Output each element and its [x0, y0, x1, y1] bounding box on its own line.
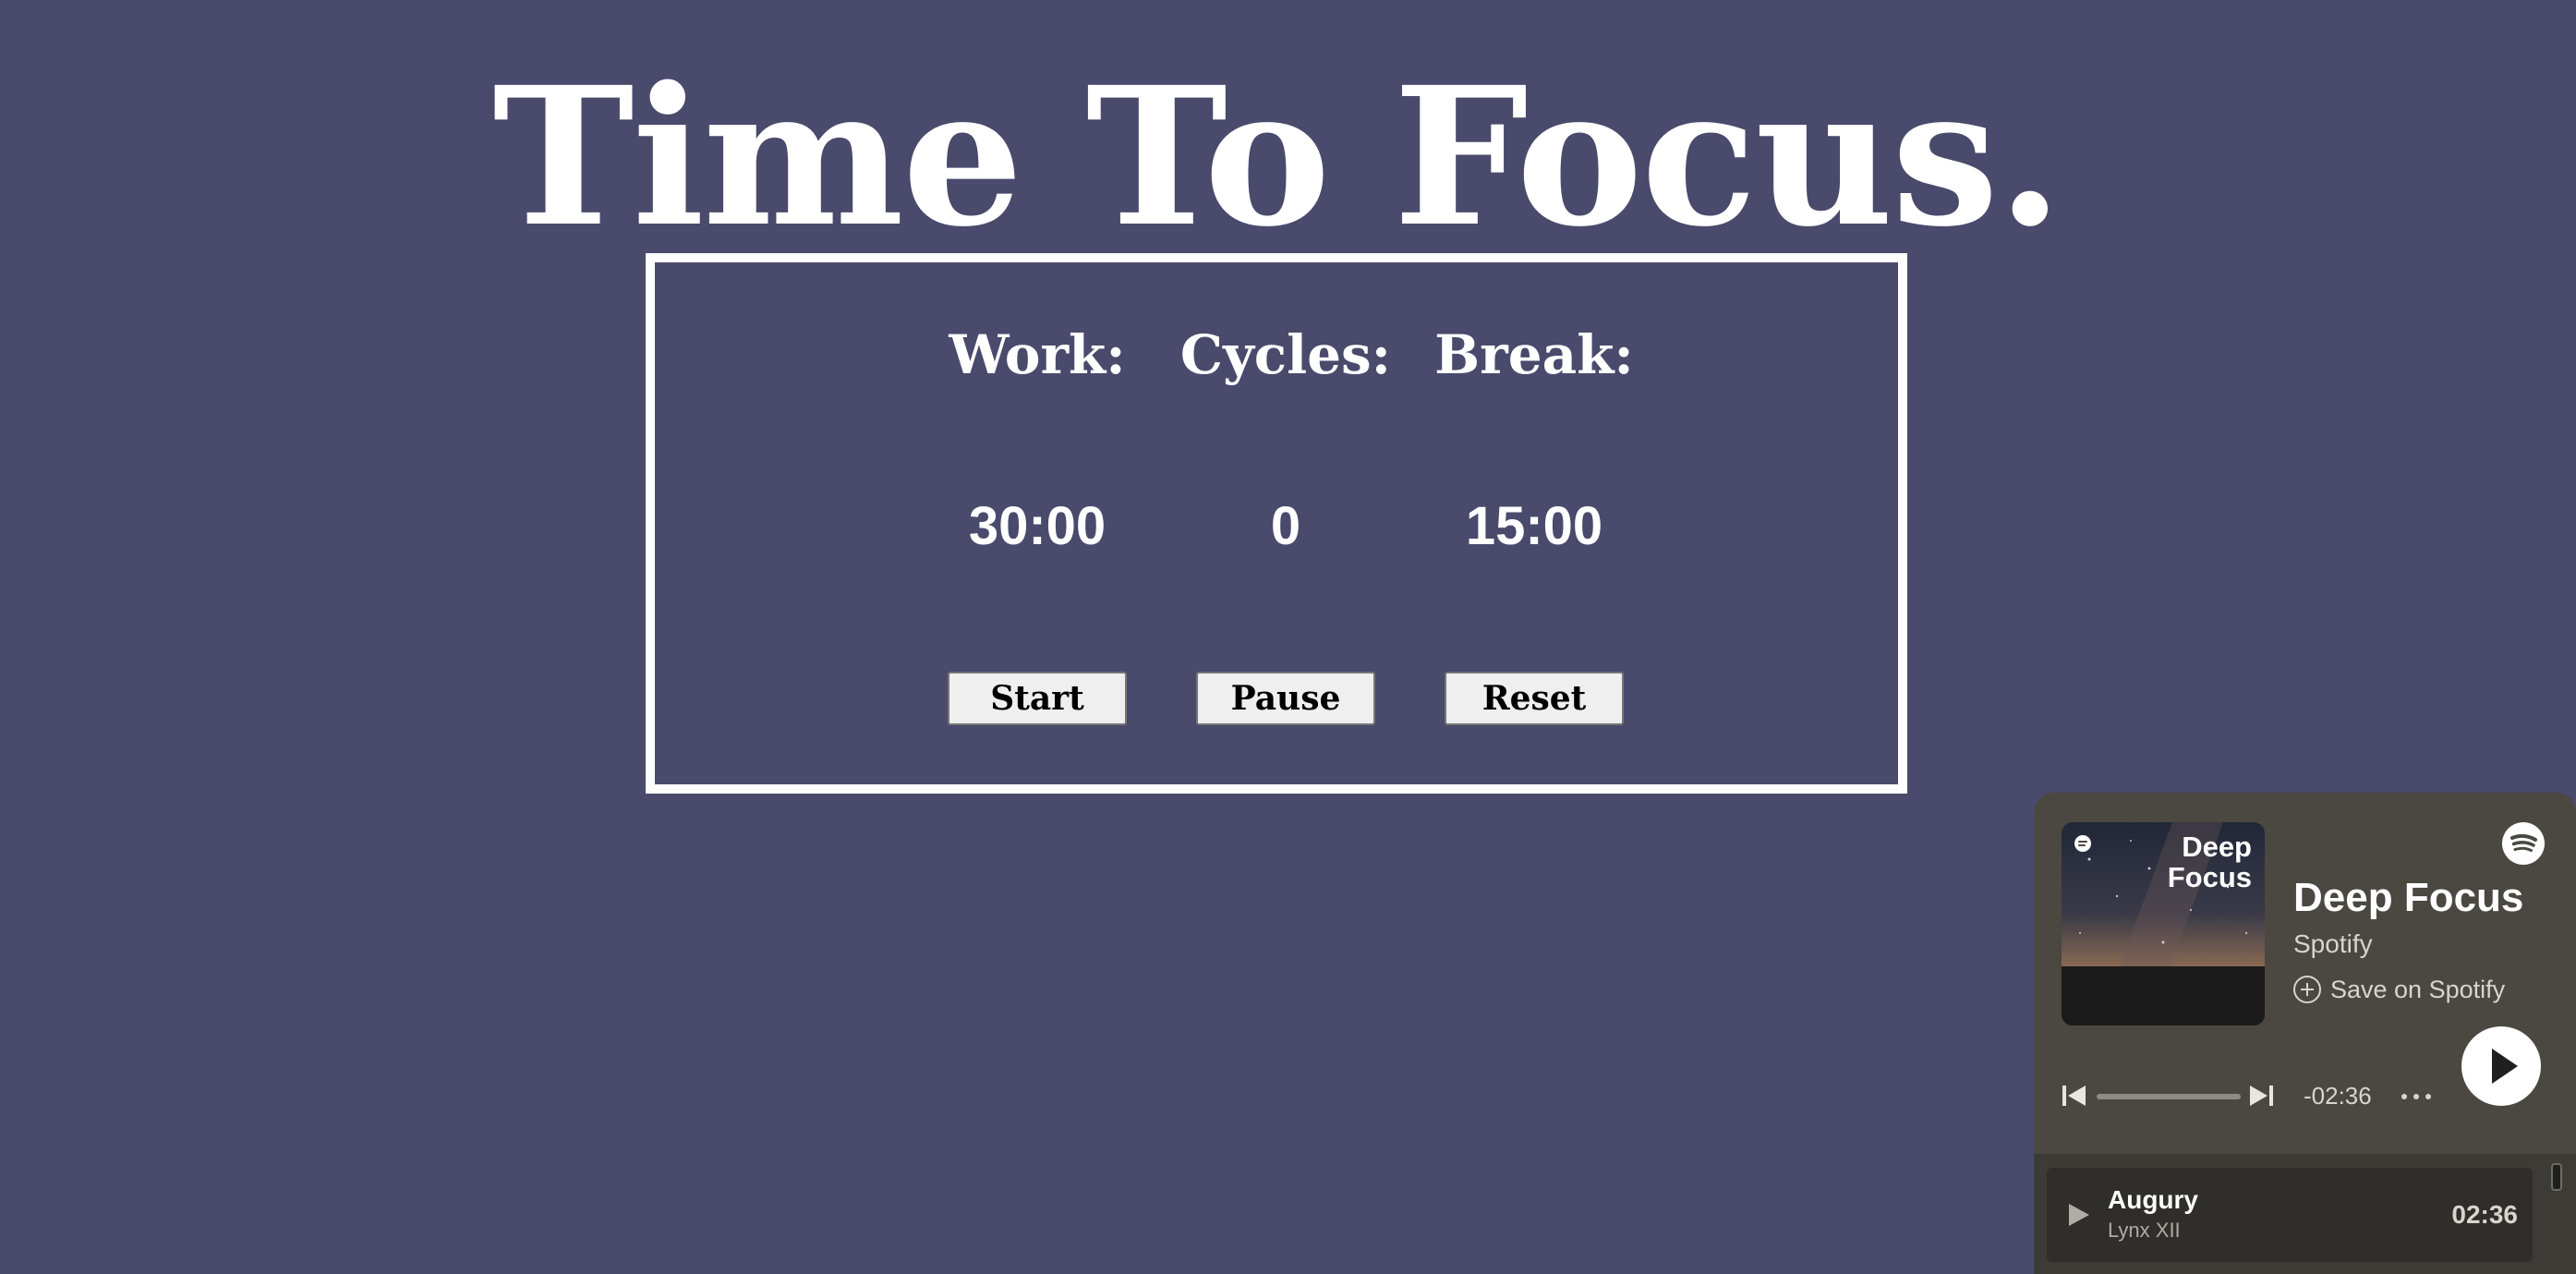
previous-track-button[interactable] [2058, 1080, 2089, 1111]
cycles-column: Cycles: 0 Pause [1161, 262, 1410, 784]
playlist-cover-art[interactable]: Deep Focus [2062, 822, 2265, 1025]
plus-circle-icon [2293, 976, 2321, 1003]
track-row[interactable]: Augury Lynx XII 02:36 [2047, 1168, 2533, 1262]
playlist-owner[interactable]: Spotify [2293, 928, 2373, 961]
save-on-spotify-label: Save on Spotify [2330, 975, 2506, 1003]
playback-progress-bar[interactable] [2097, 1094, 2241, 1099]
timer-panel: Work: 30:00 Start Cycles: 0 Pause Break:… [646, 253, 1907, 794]
track-title: Augury [2108, 1185, 2198, 1214]
cover-title-text: Deep Focus [2167, 831, 2252, 893]
cover-horizon [2062, 966, 2265, 1025]
break-time-display: 15:00 [1465, 496, 1603, 556]
tracklist: Augury Lynx XII 02:36 [2034, 1154, 2576, 1274]
break-column: Break: 15:00 Reset [1409, 262, 1659, 784]
play-icon [2492, 1049, 2518, 1084]
page-title: Time To Focus. [492, 45, 2062, 269]
track-duration: 02:36 [2451, 1200, 2518, 1229]
work-label: Work: [949, 323, 1126, 386]
track-artist: Lynx XII [2108, 1219, 2181, 1242]
cycles-label: Cycles: [1179, 323, 1392, 386]
track-play-icon [2069, 1204, 2089, 1226]
pause-button[interactable]: Pause [1196, 672, 1375, 725]
spotify-player-header: Deep Focus Deep Focus Spotify Save on Sp… [2034, 793, 2576, 1154]
remaining-time: -02:36 [2304, 1082, 2372, 1110]
cycles-count-display: 0 [1270, 496, 1301, 556]
break-label: Break: [1434, 323, 1634, 386]
reset-button[interactable]: Reset [1445, 672, 1624, 725]
work-time-display: 30:00 [968, 496, 1107, 556]
work-column: Work: 30:00 Start [913, 262, 1162, 784]
spotify-player-widget: Deep Focus Deep Focus Spotify Save on Sp… [2034, 793, 2576, 1274]
skip-next-icon [2250, 1086, 2273, 1106]
spotify-logo-icon[interactable] [2502, 822, 2545, 865]
next-track-button[interactable] [2246, 1080, 2278, 1111]
tracklist-scrollbar[interactable] [2551, 1163, 2562, 1191]
cover-spotify-icon [2074, 835, 2091, 852]
skip-previous-icon [2062, 1086, 2086, 1106]
playlist-title[interactable]: Deep Focus [2293, 872, 2523, 924]
save-on-spotify-button[interactable]: Save on Spotify [2293, 971, 2505, 1008]
play-button[interactable] [2461, 1026, 2541, 1106]
timer-columns: Work: 30:00 Start Cycles: 0 Pause Break:… [655, 262, 1898, 784]
start-button[interactable]: Start [948, 672, 1127, 725]
more-options-icon[interactable] [2396, 1082, 2437, 1110]
